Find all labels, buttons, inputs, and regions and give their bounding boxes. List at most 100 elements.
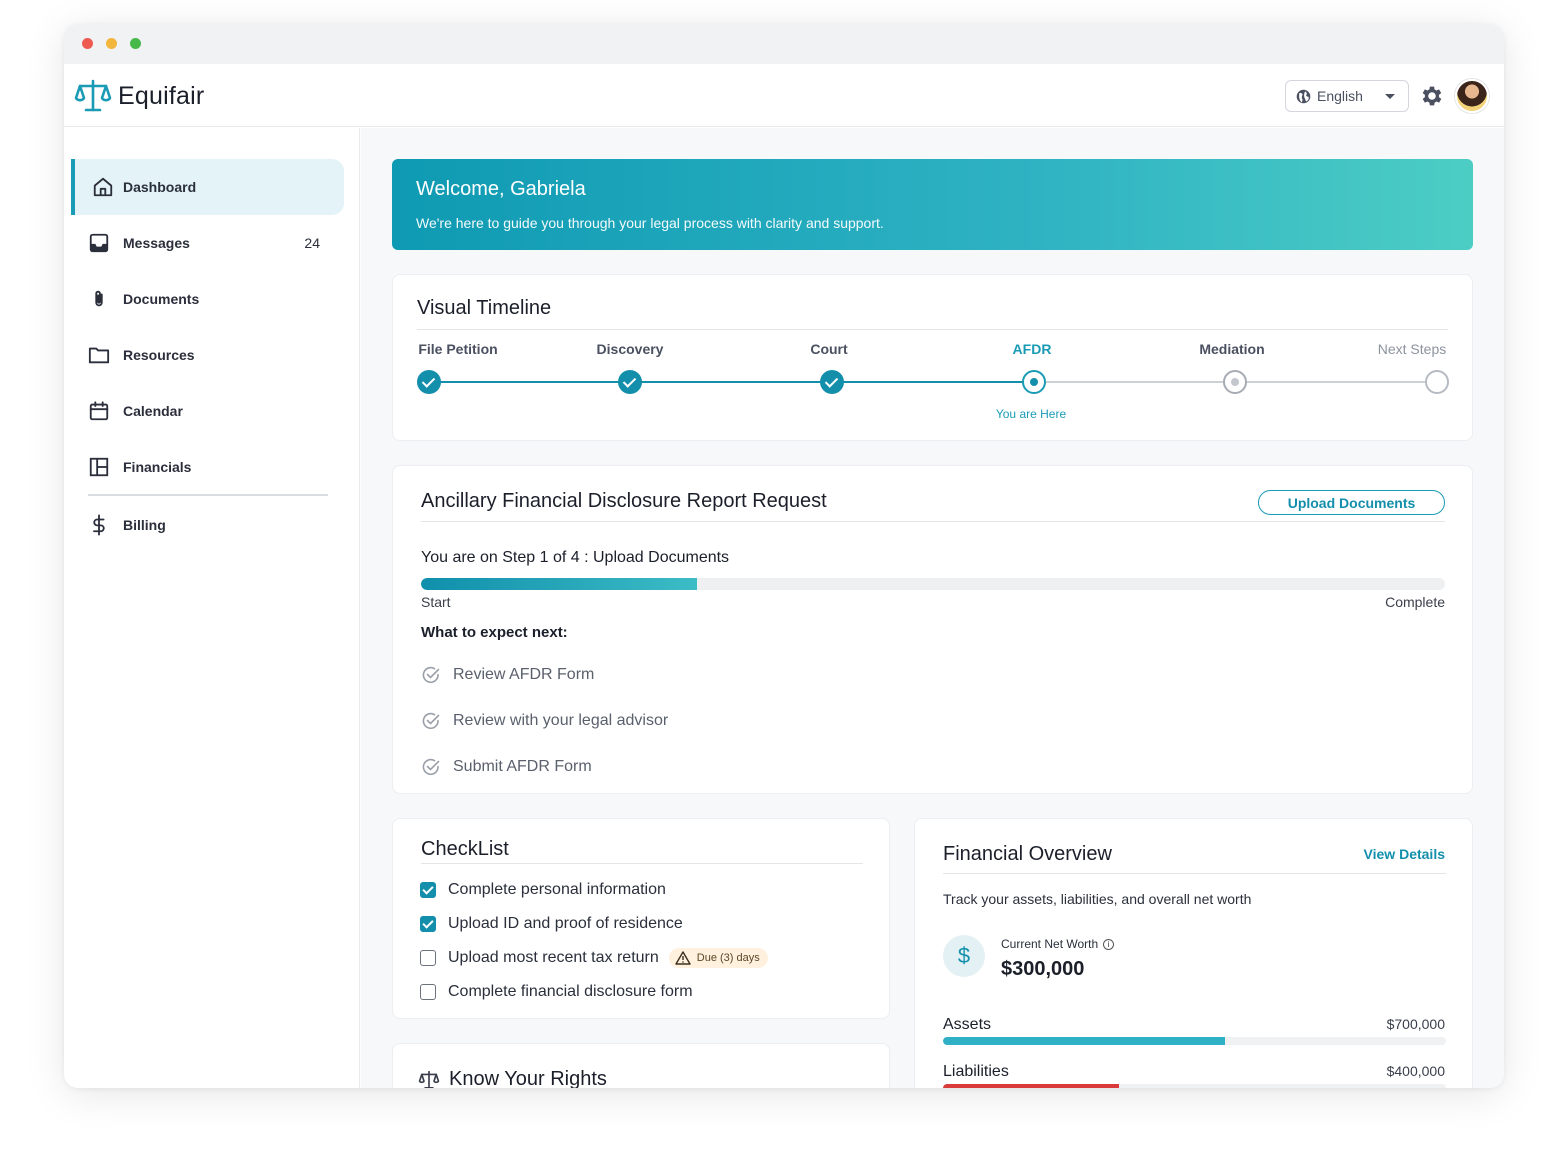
checklist-item[interactable]: Upload ID and proof of residence: [420, 915, 683, 933]
expect-item: Review AFDR Form: [421, 665, 594, 685]
timeline-node-afdr[interactable]: [1022, 370, 1046, 394]
language-value: English: [1317, 88, 1363, 104]
welcome-banner: Welcome, Gabriela We're here to guide yo…: [392, 159, 1473, 250]
progress-start-label: Start: [421, 594, 451, 610]
checklist-item[interactable]: Complete personal information: [420, 881, 666, 899]
checkbox-unchecked[interactable]: [420, 984, 436, 1000]
user-avatar[interactable]: [1455, 79, 1489, 113]
sidebar-item-messages[interactable]: Messages 24: [71, 215, 344, 271]
checklist-title: CheckList: [421, 838, 509, 860]
sidebar-item-label: Calendar: [123, 403, 183, 419]
net-worth-label: Current Net Worth i: [1001, 937, 1115, 951]
sidebar-item-billing[interactable]: Billing: [71, 497, 344, 553]
chevron-down-icon: [1385, 94, 1395, 99]
layout-icon: [89, 457, 109, 477]
window-titlebar: [64, 24, 1504, 64]
checklist-item-label: Upload most recent tax return: [448, 949, 659, 966]
current-step-note: You are Here: [995, 407, 1067, 421]
sidebar: Dashboard Messages 24 Documents Resource…: [64, 128, 360, 1088]
checklist-card: CheckList Complete personal information …: [392, 818, 890, 1019]
folder-icon: [88, 347, 110, 364]
checkbox-checked[interactable]: [420, 882, 436, 898]
due-badge: Due (3) days: [668, 948, 768, 968]
inbox-icon: [89, 233, 109, 253]
upload-documents-button[interactable]: Upload Documents: [1258, 490, 1445, 515]
sidebar-item-calendar[interactable]: Calendar: [71, 383, 344, 439]
language-select[interactable]: English: [1285, 80, 1409, 112]
timeline-step-discovery-label: Discovery: [596, 341, 664, 357]
home-icon: [93, 177, 113, 197]
timeline-node-court[interactable]: [820, 370, 844, 394]
liabilities-bar: [943, 1084, 1446, 1088]
due-badge-text: Due (3) days: [696, 952, 760, 964]
timeline-node-next-steps[interactable]: [1425, 370, 1449, 394]
app-window: Equifair English Dashboard Messages 24 D…: [64, 24, 1504, 1088]
close-window-button[interactable]: [82, 38, 93, 49]
sidebar-item-resources[interactable]: Resources: [71, 327, 344, 383]
expect-item: Submit AFDR Form: [421, 757, 592, 777]
timeline-progress-line: [429, 381, 1033, 383]
timeline-step-file-petition-label: File Petition: [418, 341, 498, 357]
net-worth-value: $300,000: [1001, 958, 1085, 980]
sidebar-item-documents[interactable]: Documents: [71, 271, 344, 327]
timeline-step-mediation-label: Mediation: [1199, 341, 1265, 357]
app-name: Equifair: [118, 81, 205, 110]
know-your-rights-title: Know Your Rights: [449, 1068, 607, 1088]
app-logo[interactable]: Equifair: [74, 78, 204, 114]
timeline-step-court-label: Court: [810, 341, 848, 357]
sidebar-item-label: Dashboard: [123, 179, 197, 195]
timeline-title: Visual Timeline: [417, 297, 552, 319]
liabilities-value: $400,000: [1386, 1063, 1445, 1079]
assets-bar: [943, 1037, 1446, 1045]
sidebar-item-label: Messages: [123, 235, 190, 251]
afdr-divider: [421, 521, 1445, 522]
checklist-item[interactable]: Upload most recent tax return Due (3) da…: [420, 948, 768, 968]
checklist-item-label: Complete financial disclosure form: [448, 983, 693, 1000]
checklist-item-label: Upload ID and proof of residence: [448, 915, 683, 932]
afdr-progress-fill: [421, 578, 698, 590]
financial-description: Track your assets, liabilities, and over…: [943, 891, 1252, 907]
maximize-window-button[interactable]: [130, 38, 141, 49]
scales-icon: [418, 1070, 440, 1088]
afdr-title: Ancillary Financial Disclosure Report Re…: [421, 490, 827, 512]
timeline-card: Visual Timeline File Petition Discovery …: [392, 274, 1473, 441]
checkbox-checked[interactable]: [420, 916, 436, 932]
timeline-node-mediation[interactable]: [1223, 370, 1247, 394]
view-details-link[interactable]: View Details: [1364, 846, 1445, 862]
checkbox-unchecked[interactable]: [420, 950, 436, 966]
sidebar-item-financials[interactable]: Financials: [71, 439, 344, 495]
warning-icon: [675, 951, 691, 965]
sidebar-item-dashboard[interactable]: Dashboard: [71, 159, 344, 215]
dollar-icon: [93, 514, 105, 536]
globe-icon: [1296, 89, 1311, 103]
check-circle-icon: [422, 712, 440, 729]
dollar-icon: $: [943, 935, 985, 977]
assets-label: Assets: [943, 1016, 992, 1033]
liabilities-label: Liabilities: [943, 1063, 1009, 1080]
calendar-icon: [89, 401, 109, 421]
checklist-item[interactable]: Complete financial disclosure form: [420, 983, 693, 1001]
sidebar-item-label: Resources: [123, 347, 195, 363]
financial-overview-card: Financial Overview View Details Track yo…: [914, 818, 1473, 1088]
progress-complete-label: Complete: [1385, 594, 1445, 610]
know-your-rights-card: Know Your Rights: [392, 1043, 890, 1088]
afdr-request-card: Ancillary Financial Disclosure Report Re…: [392, 465, 1473, 794]
welcome-title: Welcome, Gabriela: [416, 178, 586, 200]
timeline-node-discovery[interactable]: [618, 370, 642, 394]
paperclip-icon: [95, 290, 103, 307]
afdr-progress-bar: [421, 578, 1445, 590]
timeline-node-file-petition[interactable]: [417, 370, 441, 394]
expect-item-label: Submit AFDR Form: [453, 758, 592, 775]
financial-divider: [943, 873, 1446, 874]
expect-item-label: Review with your legal advisor: [453, 712, 669, 729]
sidebar-item-label: Financials: [123, 459, 192, 475]
info-icon[interactable]: i: [1103, 938, 1115, 950]
expect-item-label: Review AFDR Form: [453, 666, 595, 683]
gear-icon[interactable]: [1419, 83, 1445, 109]
top-bar: Equifair English: [64, 64, 1504, 127]
assets-bar-fill: [943, 1037, 1225, 1045]
main-content: Welcome, Gabriela We're here to guide yo…: [361, 128, 1504, 1088]
welcome-subtitle: We're here to guide you through your leg…: [416, 215, 884, 231]
afdr-step-text: You are on Step 1 of 4 : Upload Document…: [421, 549, 730, 566]
minimize-window-button[interactable]: [106, 38, 117, 49]
